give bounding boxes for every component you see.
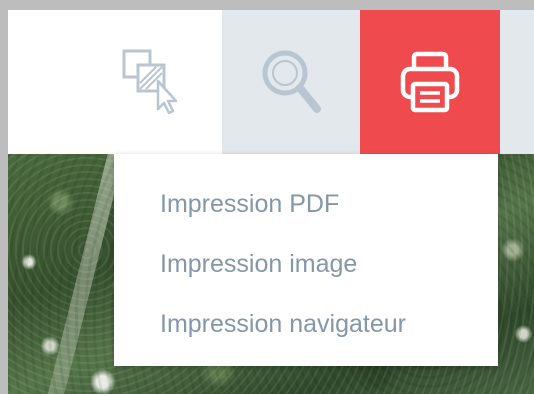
menu-item-print-image[interactable]: Impression image [114, 234, 498, 294]
magnifier-icon [259, 47, 323, 117]
zoom-tool-button[interactable] [222, 10, 360, 154]
print-dropdown-menu: Impression PDF Impression image Impressi… [114, 154, 498, 366]
toolbar [8, 10, 534, 154]
menu-item-print-browser[interactable]: Impression navigateur [114, 294, 498, 354]
menu-item-print-pdf[interactable]: Impression PDF [114, 174, 498, 234]
toolbar-filler [500, 10, 534, 154]
select-tool-button[interactable] [82, 10, 222, 154]
printer-icon [400, 51, 460, 113]
app-frame: Impression PDF Impression image Impressi… [8, 10, 534, 394]
select-area-icon [120, 47, 184, 117]
print-tool-button[interactable] [360, 10, 500, 154]
